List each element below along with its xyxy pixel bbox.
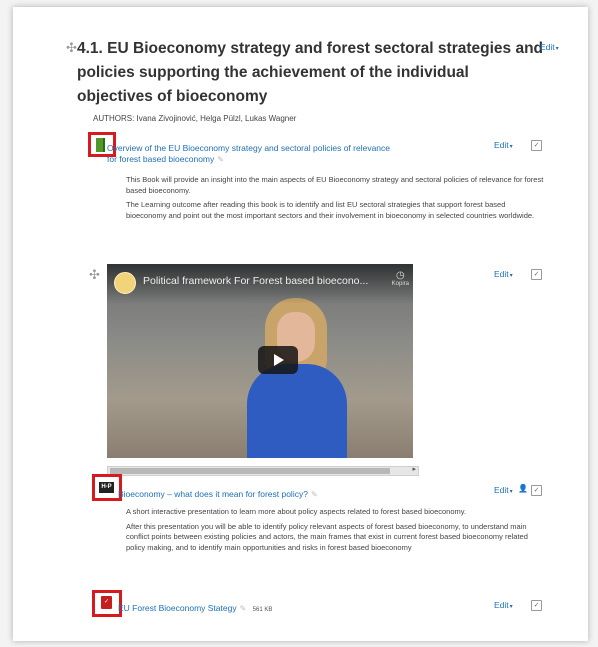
description-paragraph: The Learning outcome after reading this …	[126, 200, 535, 220]
scroll-right-arrow-icon[interactable]: ▸	[412, 465, 416, 473]
activity-edit-menu[interactable]: Edit▾	[494, 485, 513, 495]
activity-title: Overview of the EU Bioeconomy strategy a…	[107, 143, 390, 164]
edit-label: Edit	[494, 485, 509, 495]
edit-label: Edit	[540, 42, 555, 52]
caret-down-icon: ▾	[509, 604, 513, 610]
activity-link-book[interactable]: Overview of the EU Bioeconomy strategy a…	[107, 143, 397, 165]
completion-checkbox[interactable]: ✓	[531, 140, 542, 151]
activity-title: Bioeconomy – what does it mean for fores…	[118, 489, 308, 499]
video-title[interactable]: Political framework For Forest based bio…	[143, 275, 368, 287]
video-corner-text: Kopira	[391, 281, 409, 287]
move-icon[interactable]: ✣	[66, 40, 77, 56]
horizontal-scrollbar[interactable]: ▸	[107, 466, 419, 476]
activity-description: A short interactive presentation to lear…	[126, 507, 546, 557]
move-icon[interactable]: ✣	[89, 267, 100, 283]
caret-down-icon: ▾	[509, 273, 513, 279]
clock-icon: ◷	[395, 270, 405, 281]
description-paragraph: A short interactive presentation to lear…	[126, 507, 467, 516]
activity-link-h5p[interactable]: Bioeconomy – what does it mean for fores…	[118, 489, 318, 499]
activity-edit-menu[interactable]: Edit▾	[494, 269, 513, 279]
section-title: 4.1. EU Bioeconomy strategy and forest s…	[77, 40, 544, 105]
video-corner-label: ◷ Kopira	[392, 270, 409, 287]
course-section-page: ✣ 4.1. EU Bioeconomy strategy and forest…	[13, 7, 588, 641]
play-button[interactable]	[258, 346, 298, 374]
pencil-icon[interactable]: ✎	[311, 490, 318, 499]
file-size: 561 KB	[252, 607, 273, 613]
description-paragraph: After this presentation you will be able…	[126, 521, 528, 552]
book-icon	[96, 138, 103, 152]
authors-text: AUTHORS: Ivana Zivojinović, Helga Pülzl,…	[93, 114, 297, 123]
activity-link-file[interactable]: EU Forest Bioeconomy Stategy ✎ 561 KB	[118, 603, 272, 613]
edit-label: Edit	[494, 269, 509, 279]
h5p-icon: H-P	[99, 482, 114, 493]
video-player[interactable]: Political framework For Forest based bio…	[107, 264, 413, 458]
completion-checkbox[interactable]: ✓	[531, 600, 542, 611]
user-icon[interactable]: 👤	[518, 484, 528, 493]
activity-title: EU Forest Bioeconomy Stategy	[118, 603, 237, 613]
section-edit-menu[interactable]: Edit▾	[540, 42, 559, 52]
edit-label: Edit	[494, 140, 509, 150]
completion-checkbox[interactable]: ✓	[531, 485, 542, 496]
edit-label: Edit	[494, 600, 509, 610]
completion-checkbox[interactable]: ✓	[531, 269, 542, 280]
description-paragraph: This Book will provide an insight into t…	[126, 175, 544, 195]
caret-down-icon: ▾	[555, 46, 559, 52]
caret-down-icon: ▾	[509, 489, 513, 495]
caret-down-icon: ▾	[509, 144, 513, 150]
activity-edit-menu[interactable]: Edit▾	[494, 600, 513, 610]
presenter-body	[247, 364, 347, 458]
activity-edit-menu[interactable]: Edit▾	[494, 140, 513, 150]
scrollbar-thumb[interactable]	[110, 468, 390, 474]
pencil-icon[interactable]: ✎	[240, 604, 247, 613]
pdf-file-icon: ✓	[101, 596, 112, 609]
pencil-icon[interactable]: ✎	[217, 155, 224, 164]
activity-description: This Book will provide an insight into t…	[126, 175, 546, 225]
channel-logo-icon[interactable]	[114, 272, 136, 294]
